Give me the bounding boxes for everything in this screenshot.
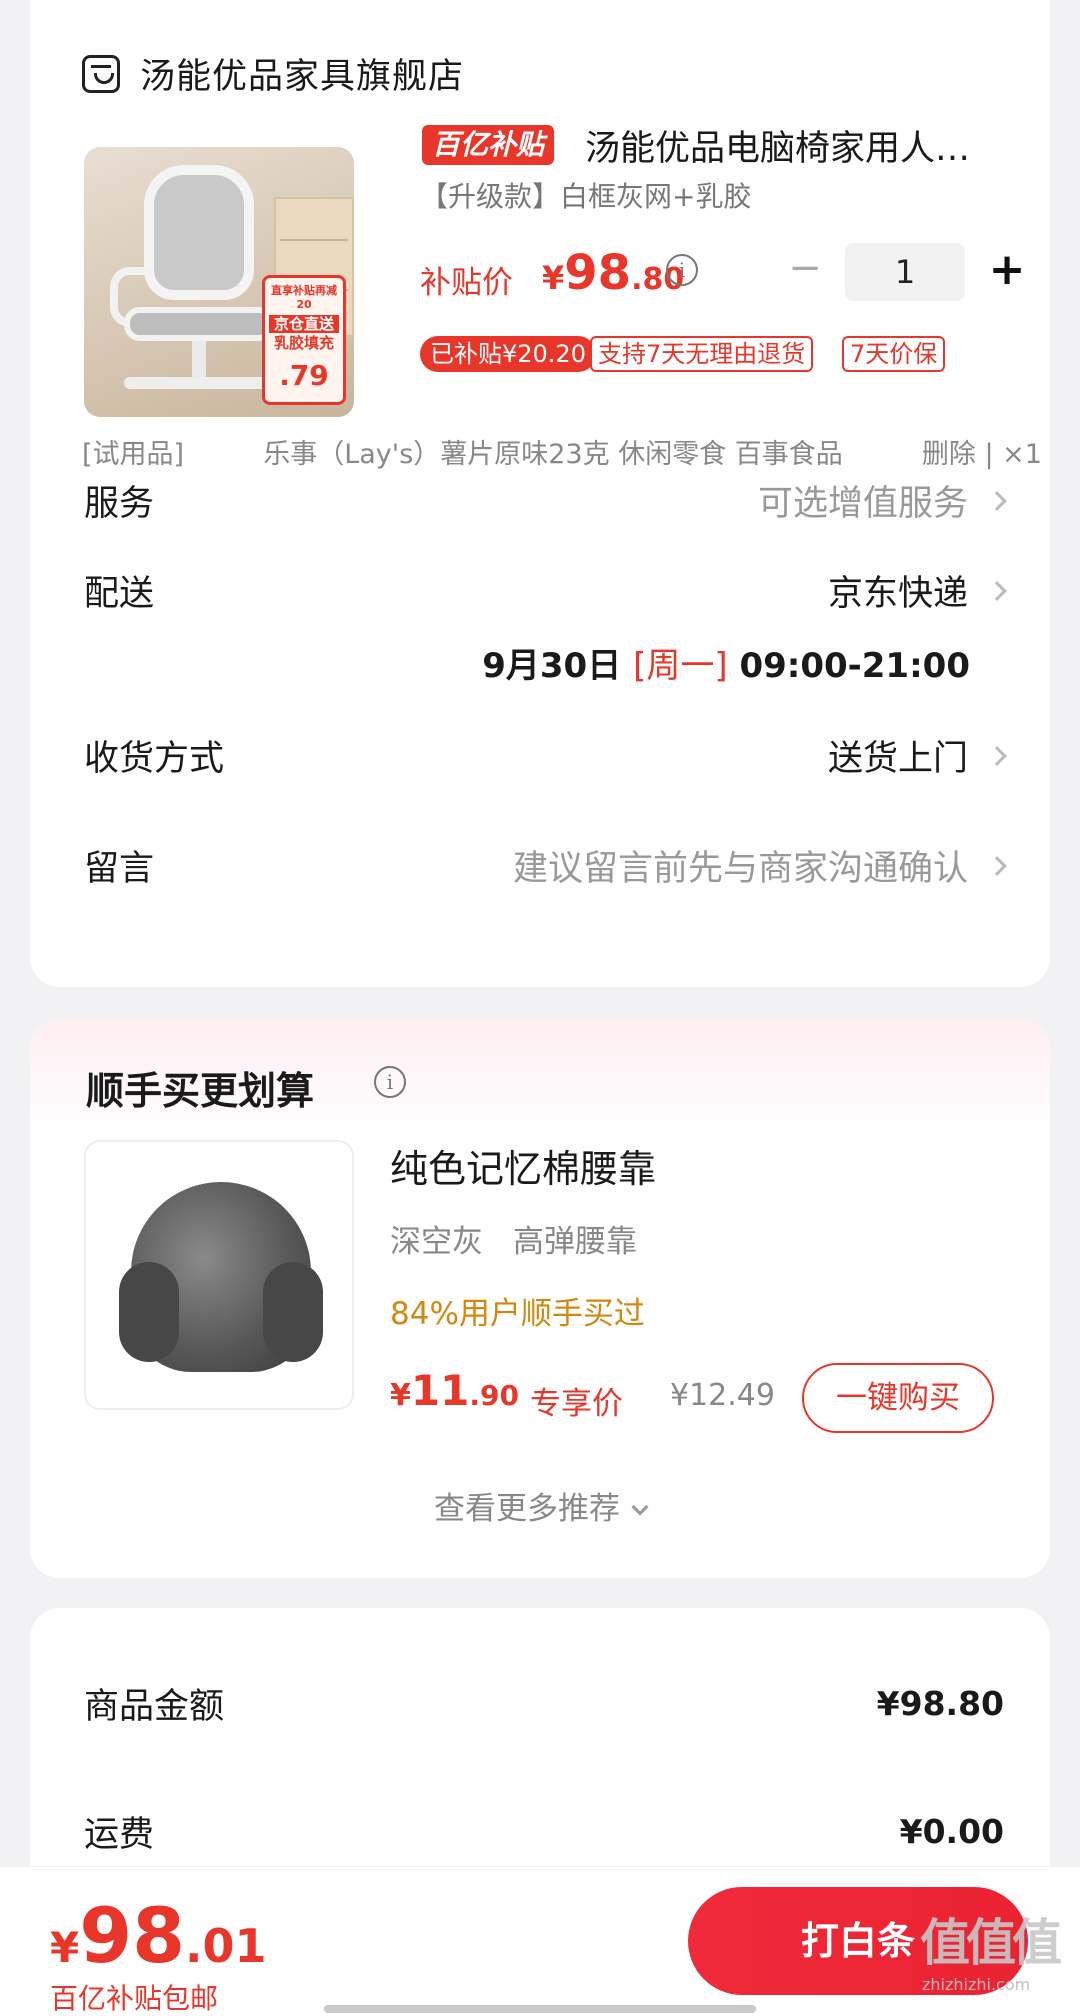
message-input[interactable]: 建议留言前先与商家沟通确认	[513, 840, 1007, 891]
info-icon[interactable]: i	[374, 1066, 406, 1098]
addon-price: ¥11.90	[390, 1366, 519, 1415]
delivery-label: 配送	[84, 574, 155, 614]
return-policy-tag: 支持7天无理由退货	[590, 336, 814, 372]
delivery-row[interactable]: 配送 京东快递	[84, 565, 1007, 616]
price-protect-tag: 7天价保	[842, 336, 946, 372]
goods-amount-value: ¥98.80	[876, 1684, 1004, 1723]
service-value: 可选增值服务	[758, 475, 1007, 526]
checkout-bar: ¥98.01 百亿补贴包邮 打白条 值值值 zhizhizhi.com	[0, 1866, 1080, 2016]
trial-remove-button[interactable]: 删除 | ×1	[922, 432, 1042, 471]
subsidy-amount-tag: 已补贴¥20.20	[420, 336, 596, 372]
shipping-row: 运费 ¥0.00	[84, 1806, 1004, 1857]
product-spec[interactable]: 【升级款】白框灰网+乳胶	[420, 175, 751, 215]
store-name: 汤能优品家具旗舰店	[140, 57, 465, 97]
quantity-increase-button[interactable]: +	[985, 246, 1029, 294]
delivery-time[interactable]: 9月30日 [周一] 09:00-21:00	[482, 638, 970, 687]
chevron-right-icon	[987, 855, 1007, 876]
image-promo-sticker: 直享补贴再减20 京仓直送 乳胶填充 .79	[262, 275, 346, 405]
addon-original-price: ¥12.49	[670, 1378, 775, 1413]
total-note: 百亿补贴包邮	[50, 1982, 219, 2015]
goods-amount-label: 商品金额	[84, 1687, 225, 1727]
service-row[interactable]: 服务 可选增值服务	[84, 475, 1007, 526]
subsidy-badge: 百亿补贴	[422, 125, 555, 165]
addon-product-image[interactable]	[84, 1140, 354, 1410]
service-label: 服务	[84, 484, 155, 524]
product-image[interactable]: 直享补贴再减20 京仓直送 乳胶填充 .79	[84, 147, 354, 417]
chevron-right-icon	[987, 490, 1007, 511]
addon-popularity: 84%用户顺手买过	[390, 1296, 645, 1332]
home-indicator[interactable]	[324, 2005, 756, 2013]
watermark-logo: 值值值	[920, 1914, 1062, 1972]
one-click-buy-button[interactable]: 一键购买	[802, 1363, 994, 1433]
watermark-url: zhizhizhi.com	[922, 1975, 1031, 1994]
trial-item-row: [试用品] 乐事（Lay's）薯片原味23克 休闲零食 百事食品 删除 | ×1	[82, 432, 1042, 471]
store-icon	[82, 54, 120, 93]
addon-product-name[interactable]: 纯色记忆棉腰靠	[390, 1138, 656, 1193]
store-header[interactable]: 汤能优品家具旗舰店	[82, 48, 464, 99]
addon-product-spec: 深空灰 高弹腰靠	[390, 1224, 637, 1260]
quantity-field[interactable]: 1	[845, 243, 965, 301]
delivery-value: 京东快递	[828, 565, 1007, 616]
order-card: 汤能优品家具旗舰店 直享补贴再减20 京仓直送 乳胶填充 .79 百亿补贴 汤能…	[30, 0, 1050, 987]
trial-tag: [试用品]	[82, 439, 185, 470]
product-price: ¥98.80	[542, 245, 685, 301]
chevron-right-icon	[987, 745, 1007, 766]
receive-method-row[interactable]: 收货方式 送货上门	[84, 730, 1007, 781]
addon-card: 顺手买更划算 i 纯色记忆棉腰靠 深空灰 高弹腰靠 84%用户顺手买过 ¥11.9…	[30, 1018, 1050, 1578]
more-recommendations-link[interactable]: 查看更多推荐	[30, 1483, 1050, 1528]
shipping-value: ¥0.00	[899, 1812, 1004, 1851]
addon-section-title: 顺手买更划算	[86, 1069, 315, 1113]
trial-name: 乐事（Lay's）薯片原味23克 休闲零食 百事食品	[263, 439, 843, 470]
quantity-decrease-button[interactable]: −	[785, 248, 825, 290]
message-label: 留言	[84, 849, 155, 889]
receive-method-value: 送货上门	[828, 730, 1007, 781]
shipping-label: 运费	[84, 1815, 155, 1855]
chevron-right-icon	[987, 580, 1007, 601]
total-price: ¥98.01	[50, 1891, 267, 1980]
message-row[interactable]: 留言 建议留言前先与商家沟通确认	[84, 840, 1007, 891]
product-title[interactable]: 汤能优品电脑椅家用人…	[585, 120, 1025, 171]
receive-method-label: 收货方式	[84, 739, 225, 779]
price-label: 补贴价	[420, 265, 513, 301]
goods-amount-row: 商品金额 ¥98.80	[84, 1678, 1004, 1729]
chevron-down-icon	[631, 1498, 649, 1516]
addon-exclusive-label: 专享价	[530, 1386, 623, 1422]
info-icon[interactable]: i	[666, 254, 698, 286]
